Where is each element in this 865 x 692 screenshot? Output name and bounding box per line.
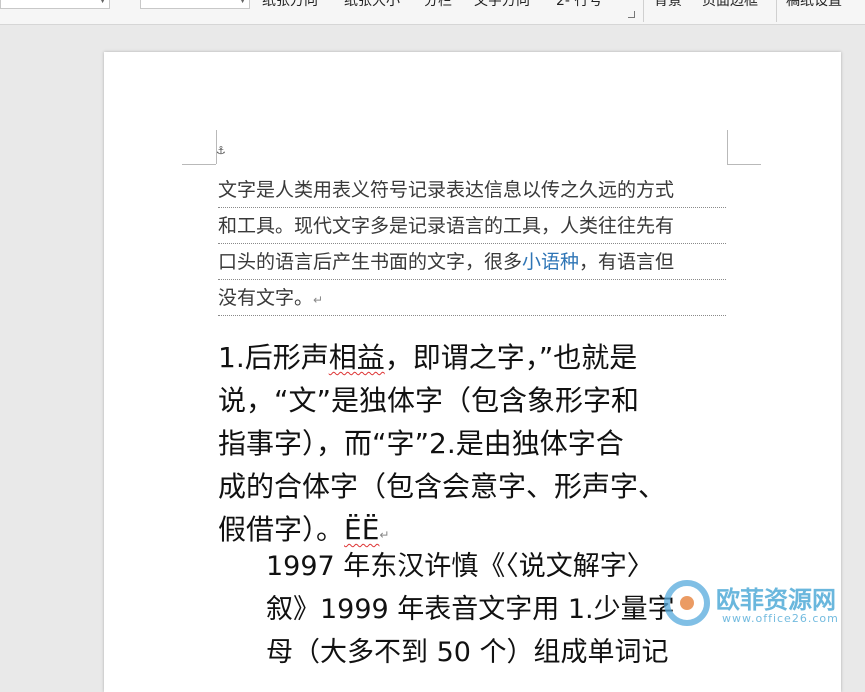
paragraph-mark-icon: ↵ [313, 293, 324, 307]
line-numbers-label: 行号 [574, 0, 603, 9]
margin-mark-right [727, 130, 728, 164]
watermark-url: www.office26.com [722, 612, 839, 625]
text-span: 没有文字。 [218, 287, 314, 309]
chevron-down-icon[interactable]: ▼ [239, 0, 246, 5]
logo-icon [664, 580, 710, 626]
style-combo[interactable]: ▼ [140, 0, 250, 9]
spelling-error[interactable]: 相益 [329, 341, 385, 374]
text-span: ，有语言但 [579, 251, 675, 273]
text-span: ，即谓之字，”也就是 [384, 341, 638, 374]
dialog-launcher-icon[interactable] [628, 11, 635, 18]
ribbon: ▼ ▼ 纸张方向 纸张大小 分栏 文字方向 2- 行号 背景 页面边框 稿纸设置 [0, 0, 865, 25]
watermark-title: 欧菲资源网 [716, 586, 836, 614]
text-line: 1.后形声相益，即谓之字，”也就是 [218, 336, 738, 379]
text-line: 说，“文”是独体字（包含象形字和 [218, 384, 640, 417]
font-size-combo[interactable]: ▼ [0, 0, 110, 9]
page-size-button[interactable]: 纸张大小 [344, 0, 400, 10]
line-numbers-icon: 2- [556, 0, 570, 9]
text-span: 口头的语言后产生书面的文字，很多 [218, 251, 523, 273]
margin-mark-left [182, 164, 216, 165]
columns-button[interactable]: 分栏 [424, 0, 452, 10]
spelling-error[interactable]: ËË [344, 513, 379, 546]
background-button[interactable]: 背景 [654, 0, 682, 10]
manuscript-settings-button[interactable]: 稿纸设置 [786, 0, 842, 10]
ribbon-separator [776, 0, 777, 22]
chevron-down-icon[interactable]: ▼ [99, 0, 106, 5]
paragraph-2[interactable]: 1.后形声相益，即谓之字，”也就是 说，“文”是独体字（包含象形字和 指事字），… [218, 336, 738, 557]
text-line: 和工具。现代文字多是记录语言的工具，人类往往先有 [218, 208, 726, 244]
orientation-button[interactable]: 纸张方向 [262, 0, 318, 10]
margin-mark-right [727, 164, 761, 165]
site-watermark: 欧菲资源网 www.office26.com [664, 578, 864, 642]
text-line: 口头的语言后产生书面的文字，很多小语种，有语言但 [218, 244, 726, 280]
text-line: 成的合体字（包含会意字、形声字、 [218, 470, 667, 503]
text-line: 文字是人类用表义符号记录表达信息以传之久远的方式 [218, 172, 726, 208]
hyperlink[interactable]: 小语种 [522, 251, 579, 273]
anchor-icon: ⚓ [216, 144, 226, 157]
paragraph-1[interactable]: 文字是人类用表义符号记录表达信息以传之久远的方式 和工具。现代文字多是记录语言的… [218, 172, 726, 316]
text-span: 假借字）。 [218, 513, 345, 546]
text-line: 没有文字。↵ [218, 280, 726, 316]
line-numbers-button[interactable]: 2- 行号 [556, 0, 602, 10]
text-direction-button[interactable]: 文字方向 [474, 0, 530, 10]
page-border-button[interactable]: 页面边框 [702, 0, 758, 10]
text-line: 指事字），而“字”2.是由独体字合 [218, 427, 624, 460]
text-span: 1.后形声 [218, 341, 329, 374]
ribbon-separator [643, 0, 644, 22]
paragraph-mark-icon: ↵ [379, 528, 390, 542]
